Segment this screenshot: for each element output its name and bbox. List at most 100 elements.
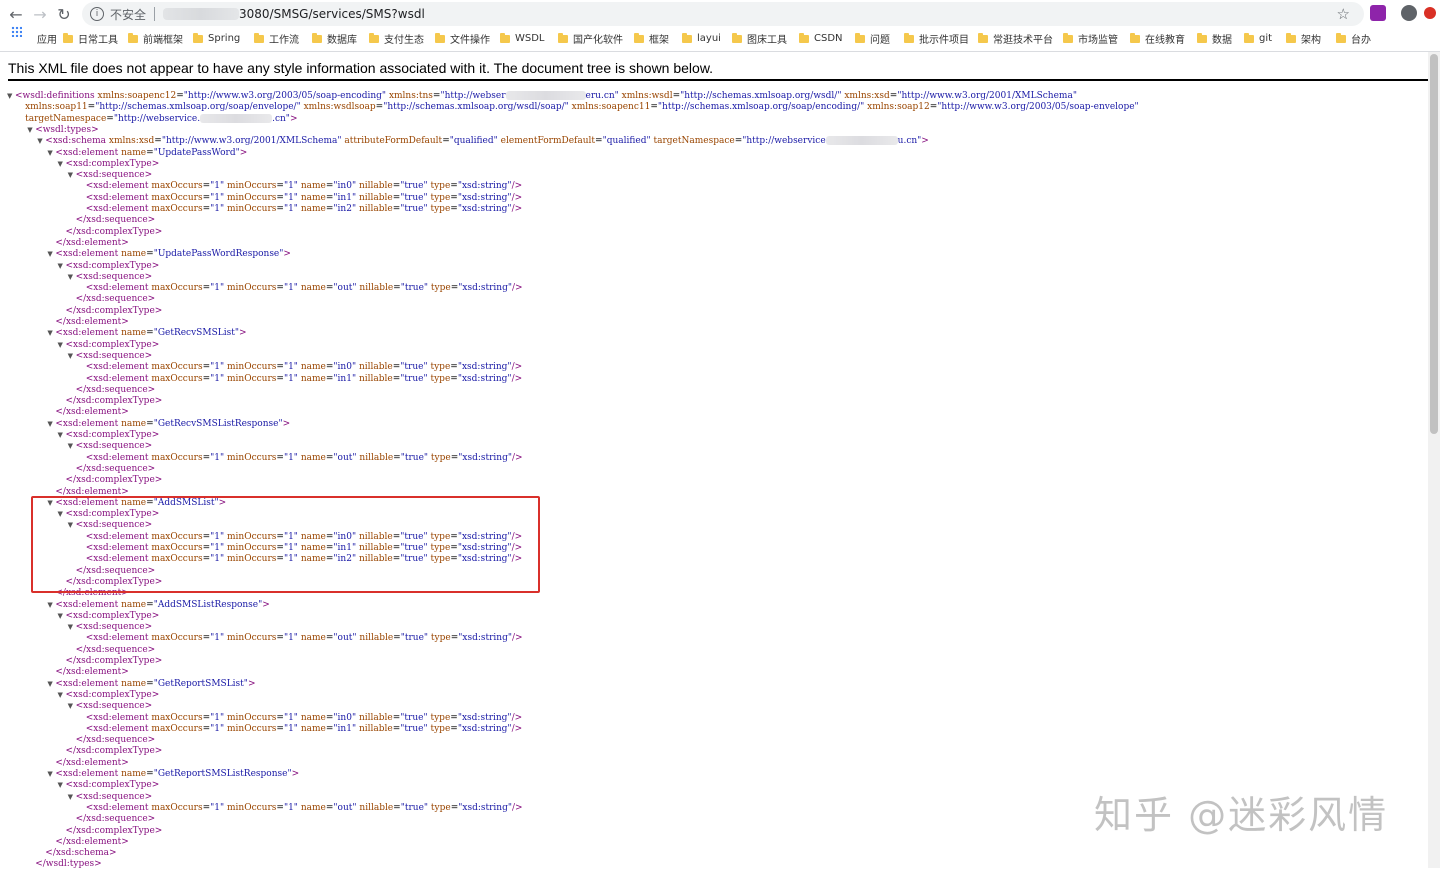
xml-line: <xsd:element maxOccurs="1" minOccurs="1"… [85,723,523,734]
xml-line: <xsd:sequence> [75,350,153,361]
bookmark-label: 国产化软件 [573,35,623,46]
bookmark-folder[interactable]: layui [682,32,721,44]
collapse-toggle-icon[interactable]: ▼ [58,780,63,791]
collapse-toggle-icon[interactable]: ▼ [68,701,73,712]
bookmark-label: CSDN [814,33,843,44]
xml-line: <xsd:element maxOccurs="1" minOccurs="1"… [85,283,523,294]
scrollbar-thumb[interactable] [1430,54,1438,434]
collapse-toggle-icon[interactable]: ▼ [58,611,63,622]
bookmark-apps[interactable]: 应用 [11,26,57,46]
xml-line: <xsd:sequence> [75,701,153,712]
xml-line: <xsd:sequence> [75,170,153,181]
collapse-toggle-icon[interactable]: ▼ [68,272,73,283]
folder-icon [978,32,988,43]
collapse-toggle-icon[interactable]: ▼ [68,792,73,803]
xml-line: </xsd:complexType> [65,475,163,486]
collapse-toggle-icon[interactable]: ▼ [47,328,52,339]
folder-icon [1063,32,1073,43]
collapse-toggle-icon[interactable]: ▼ [58,261,63,272]
xml-line: </xsd:complexType> [65,656,163,666]
collapse-toggle-icon[interactable]: ▼ [58,340,63,351]
address-bar[interactable]: i 不安全 3080/SMSG/services/SMS?wsdl ☆ [82,2,1364,26]
xml-line: </xsd:complexType> [65,396,163,407]
xml-line: <xsd:element maxOccurs="1" minOccurs="1"… [85,373,523,384]
bookmark-folder[interactable]: 问题 [855,31,890,46]
collapse-toggle-icon[interactable]: ▼ [7,91,12,102]
xml-line: <xsd:element name="GetReportSMSList"> [55,678,256,689]
folder-icon [1130,32,1140,43]
folder-icon [1244,32,1254,43]
bookmark-star-icon[interactable]: ☆ [1337,5,1350,23]
collapse-toggle-icon[interactable]: ▼ [68,170,73,181]
forward-arrow-icon[interactable]: → [28,2,52,26]
xml-line: <wsdl:definitions xmlns:soapenc12="http:… [15,91,1077,101]
collapse-toggle-icon[interactable]: ▼ [47,419,52,430]
bookmark-folder[interactable]: WSDL [500,32,545,44]
bookmark-folder[interactable]: 市场监管 [1063,31,1118,46]
folder-icon [732,32,742,43]
collapse-toggle-icon[interactable]: ▼ [27,125,32,136]
bookmark-label: 框架 [649,35,669,46]
bookmark-folder[interactable]: 文件操作 [435,31,490,46]
folder-icon [904,32,914,43]
alert-extension-icon[interactable] [1424,7,1436,19]
collapse-toggle-icon[interactable]: ▼ [47,600,52,611]
browser-toolbar: ← → ↻ i 不安全 3080/SMSG/services/SMS?wsdl … [0,0,1440,28]
bookmark-folder[interactable]: git [1244,32,1273,44]
bookmark-label: 数据库 [327,35,357,46]
collapse-toggle-icon[interactable]: ▼ [47,249,52,260]
collapse-toggle-icon[interactable]: ▼ [68,351,73,362]
bookmark-folder[interactable]: 数据库 [312,31,357,46]
xml-line: targetNamespace="http://webservice. .cn"> [25,113,298,124]
folder-icon [369,32,379,43]
reload-icon[interactable]: ↻ [52,2,76,26]
bookmark-label: 工作流 [269,35,299,46]
collapse-toggle-icon[interactable]: ▼ [68,441,73,452]
folder-icon [312,32,322,43]
collapse-toggle-icon[interactable]: ▼ [58,690,63,701]
folder-icon [799,32,809,43]
xml-line: <xsd:element maxOccurs="1" minOccurs="1"… [85,452,523,463]
xml-line: <xsd:element maxOccurs="1" minOccurs="1"… [85,712,523,723]
bookmark-folder[interactable]: 国产化软件 [558,31,623,46]
folder-icon [128,32,138,43]
collapse-toggle-icon[interactable]: ▼ [47,769,52,780]
bookmark-label: git [1259,33,1273,44]
bookmark-folder[interactable]: 在线教育 [1130,31,1185,46]
bookmark-folder[interactable]: 架构 [1286,31,1321,46]
bookmark-folder[interactable]: Spring [193,32,240,44]
bookmark-folder[interactable]: 工作流 [254,31,299,46]
folder-icon [855,32,865,43]
xml-line: xmlns:soap11="http://schemas.xmlsoap.org… [25,102,1139,113]
profile-avatar-icon[interactable] [1401,5,1417,21]
collapse-toggle-icon[interactable]: ▼ [37,136,42,147]
bookmark-label: 问题 [870,35,890,46]
bookmark-label: 批示件项目 [919,35,969,46]
bookmark-folder[interactable]: 框架 [634,31,669,46]
bookmark-label: 图床工具 [747,35,787,46]
xml-line: <xsd:element name="GetRecvSMSListRespons… [55,418,291,429]
bookmark-folder[interactable]: CSDN [799,32,843,44]
collapse-toggle-icon[interactable]: ▼ [68,622,73,633]
collapse-toggle-icon[interactable]: ▼ [47,679,52,690]
collapse-toggle-icon[interactable]: ▼ [47,148,52,159]
collapse-toggle-icon[interactable]: ▼ [58,430,63,441]
bookmark-folder[interactable]: 常逛技术平台 [978,31,1053,46]
back-arrow-icon[interactable]: ← [4,2,28,26]
info-icon[interactable]: i [90,7,104,21]
bookmark-folder[interactable]: 批示件项目 [904,31,969,46]
collapse-toggle-icon[interactable]: ▼ [58,159,63,170]
bookmark-folder[interactable]: 台办 [1336,31,1371,46]
bookmark-label: 在线教育 [1145,35,1185,46]
xml-line: <xsd:element maxOccurs="1" minOccurs="1"… [85,192,523,203]
xml-line: <xsd:element maxOccurs="1" minOccurs="1"… [85,181,523,192]
bookmark-folder[interactable]: 数据 [1197,31,1232,46]
bookmark-folder[interactable]: 图床工具 [732,31,787,46]
extension-icon[interactable] [1370,5,1386,21]
bookmark-folder[interactable]: 日常工具 [63,31,118,46]
bookmark-folder[interactable]: 支付生态 [369,31,424,46]
bookmark-label: 支付生态 [384,35,424,46]
bookmark-folder[interactable]: 前端框架 [128,31,183,46]
address-separator [154,7,156,21]
xml-line: </xsd:sequence> [75,294,156,305]
